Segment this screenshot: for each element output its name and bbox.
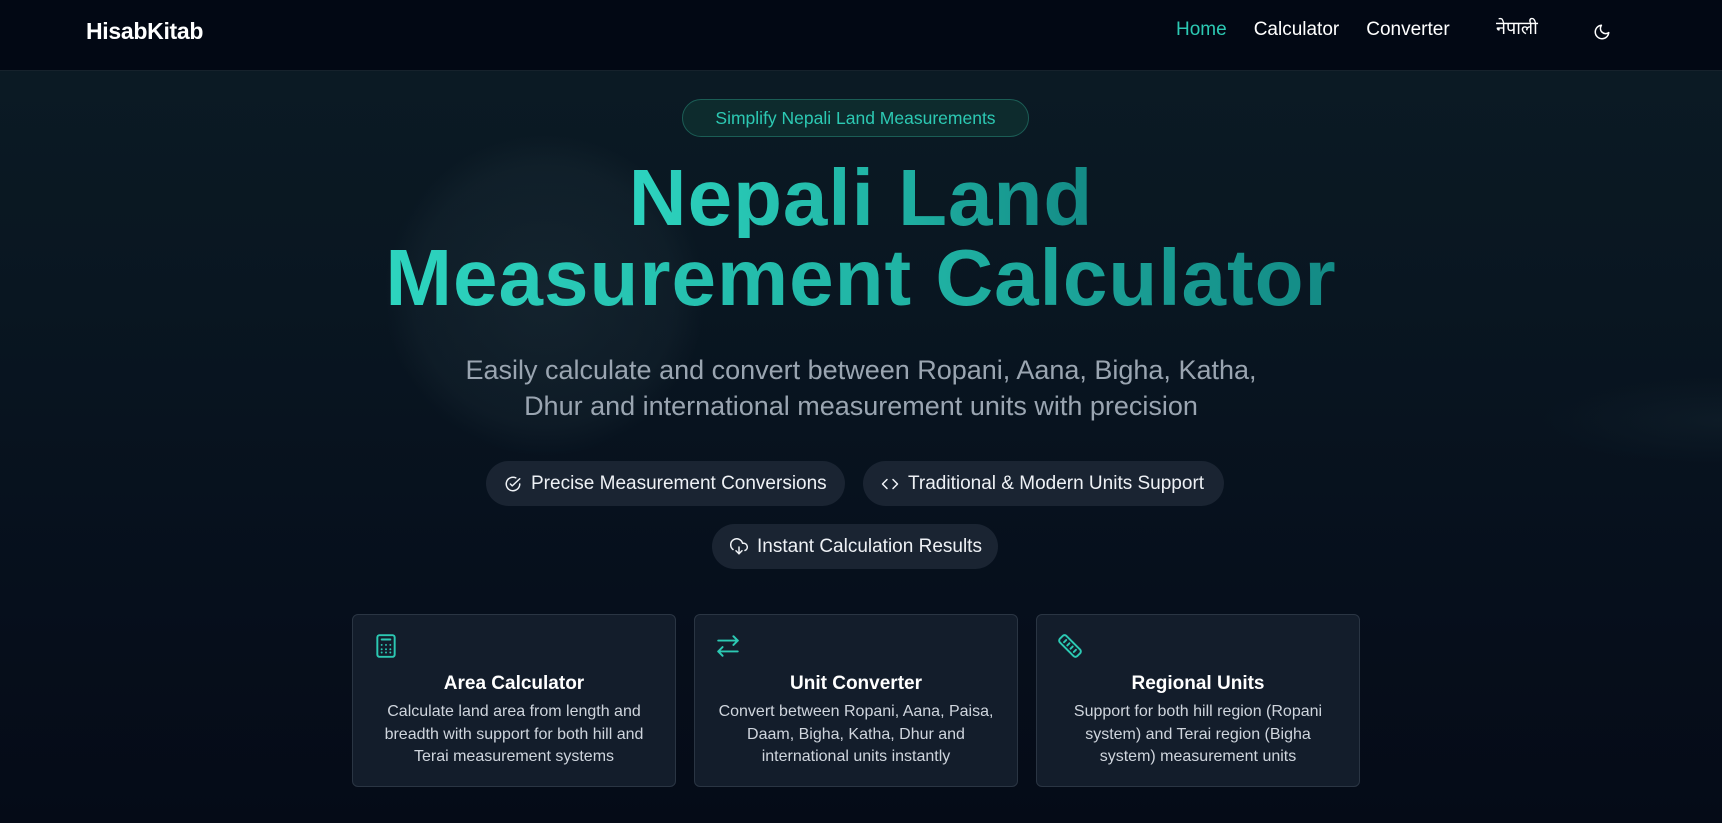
card-description: Support for both hill region (Ropani sys…: [1073, 703, 1323, 765]
card-title: Regional Units: [1131, 673, 1265, 694]
language-toggle[interactable]: नेपाली: [1496, 16, 1538, 40]
ruler-icon: [1058, 634, 1082, 658]
title-line-1: Nepali Land: [628, 153, 1094, 242]
feature-label: Precise Measurement Conversions: [531, 472, 827, 494]
cloud-download-icon: [730, 537, 748, 554]
nav-link-calculator[interactable]: Calculator: [1254, 19, 1340, 41]
arrows-exchange-icon: [717, 635, 739, 657]
code-icon: [881, 478, 899, 489]
feature-chip-precise: Precise Measurement Conversions: [486, 461, 845, 506]
card-title: Area Calculator: [443, 673, 585, 694]
calculator-icon: [376, 634, 396, 658]
card-unit-converter[interactable]: Unit Converter Convert between Ropani, A…: [694, 614, 1018, 787]
card-description: Convert between Ropani, Aana, Paisa, Daa…: [718, 703, 994, 765]
subtitle-line-2: Dhur and international measurement units…: [524, 391, 1198, 421]
feature-label: Instant Calculation Results: [757, 535, 982, 557]
navbar: HisabKitab Home Calculator Converter नेप…: [0, 0, 1722, 71]
feature-label: Traditional & Modern Units Support: [908, 472, 1205, 494]
check-circle-icon: [505, 476, 521, 491]
moon-icon: [1594, 24, 1610, 40]
feature-chip-instant: Instant Calculation Results: [712, 524, 998, 569]
page-title: Nepali Land Measurement Calculator: [0, 158, 1722, 318]
hero-subtitle: Easily calculate and convert between Rop…: [0, 352, 1722, 424]
nav-links: Home Calculator Converter: [1176, 19, 1477, 41]
card-description: Calculate land area from length and brea…: [384, 703, 644, 765]
card-regional-units[interactable]: Regional Units Support for both hill reg…: [1036, 614, 1360, 787]
brand-logo[interactable]: HisabKitab: [86, 18, 203, 45]
nav-link-converter[interactable]: Converter: [1366, 19, 1449, 41]
card-area-calculator[interactable]: Area Calculator Calculate land area from…: [352, 614, 676, 787]
subtitle-line-1: Easily calculate and convert between Rop…: [465, 355, 1257, 385]
theme-toggle-button[interactable]: [1590, 20, 1614, 44]
feature-chip-units: Traditional & Modern Units Support: [863, 461, 1224, 506]
hero-badge: Simplify Nepali Land Measurements: [682, 99, 1029, 137]
title-line-2: Measurement Calculator: [385, 233, 1337, 322]
card-title: Unit Converter: [790, 673, 922, 694]
nav-link-home[interactable]: Home: [1176, 19, 1227, 41]
